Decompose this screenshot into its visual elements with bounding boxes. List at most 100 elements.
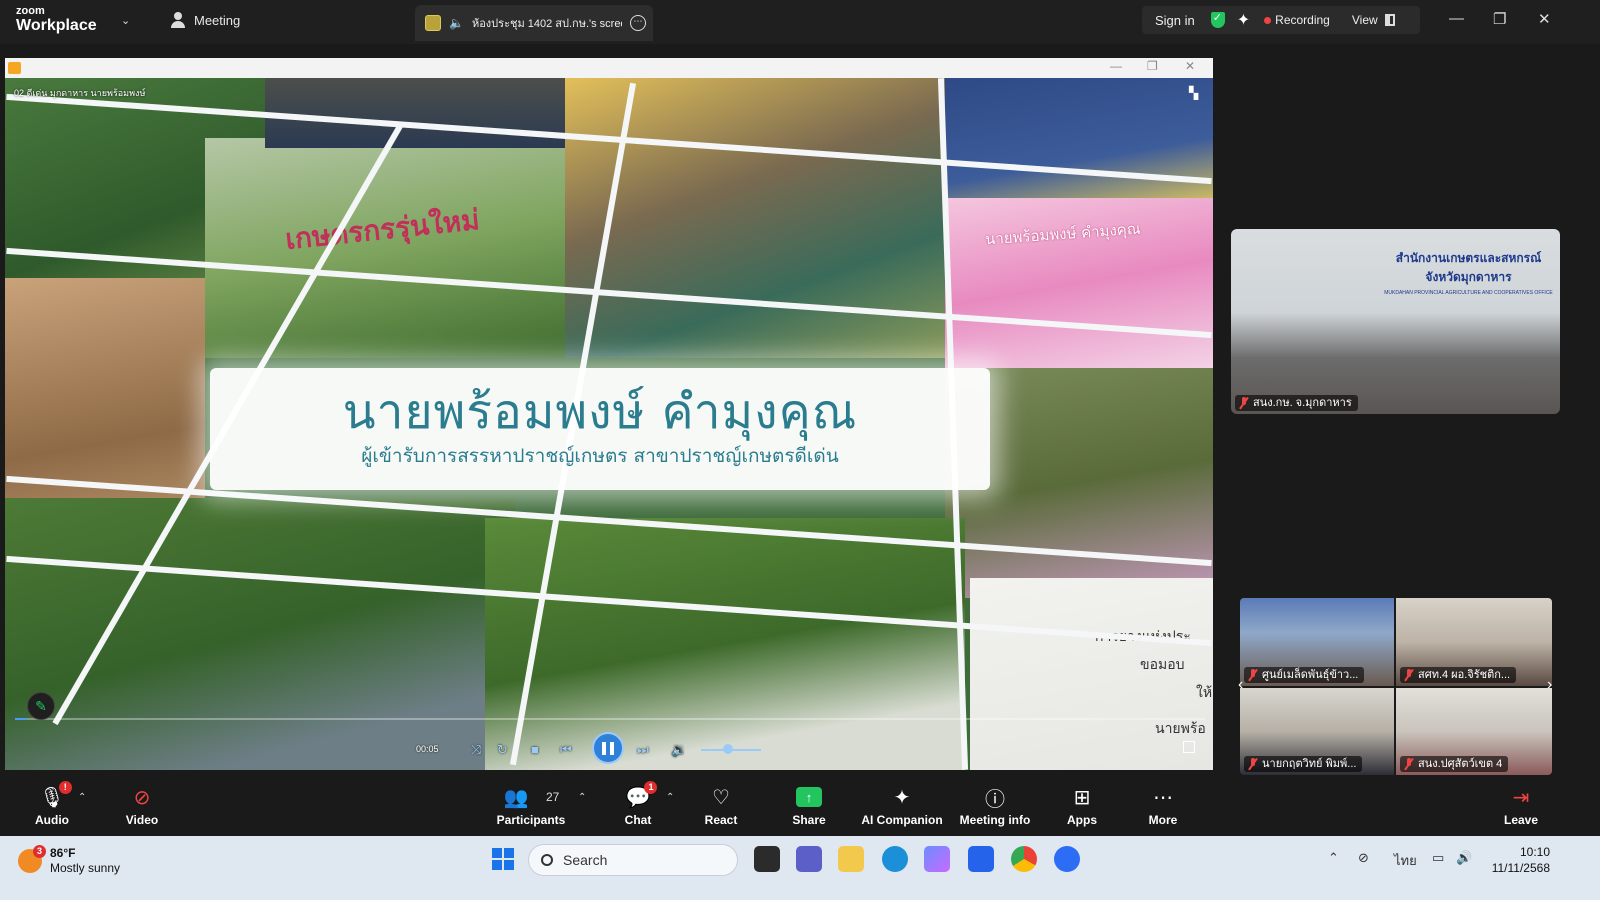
screen-share-tab[interactable]: 🔈 ห้องประชุม 1402 สป.กษ.'s screen ⋯ (415, 5, 653, 41)
chrome-icon[interactable] (1011, 846, 1037, 872)
store-icon[interactable] (968, 846, 994, 872)
volume-slider-knob[interactable] (723, 744, 733, 754)
banner-subtitle: ผู้เข้ารับการสรรหาปราชญ์เกษตร สาขาปราชญ์… (361, 445, 839, 467)
view-layout-icon[interactable] (1384, 14, 1395, 26)
shared-screen: — ❐ ✕ 02 ดีเด่น มุกดาหาร นายพร้อมพงษ์ ▚ … (5, 58, 1213, 770)
zoom-app: zoom Workplace ⌄ Meeting 🔈 ห้องประชุม 14… (0, 0, 1600, 900)
media-player-controls: 00:05 ⤨ ↻ ■ ⏮ ⏭ 🔉 (5, 718, 1213, 770)
logo-workplace-text: Workplace (16, 17, 97, 34)
top-right-controls: Sign in ✦ Recording View (1142, 6, 1420, 34)
display-icon[interactable]: ▭ (1432, 850, 1444, 866)
file-explorer-icon[interactable] (838, 846, 864, 872)
leave-button[interactable]: ⇥ Leave (1502, 776, 1540, 832)
audio-button[interactable]: 🎙! Audio (32, 776, 72, 832)
participant-video[interactable]: นายกฤตวิทย์ พิมพ์... (1240, 688, 1394, 775)
stop-icon[interactable]: ■ (531, 742, 539, 757)
meeting-toolbar: 🎙! Audio ⌃ ⊘ Video 👥 Participants 27 ⌃ 💬… (0, 776, 1600, 832)
photo-tile-group (565, 78, 945, 358)
more-button[interactable]: ⋯ More (1145, 776, 1181, 832)
speaker-volume-icon[interactable]: 🔊 (1456, 850, 1472, 866)
ai-sparkle-icon[interactable]: ✦ (1237, 10, 1250, 30)
share-button[interactable]: ↑ Share (790, 776, 828, 832)
pause-bar (602, 741, 606, 755)
office-sign-line3: MUKDAHAN PROVINCIAL AGRICULTURE AND COOP… (1384, 290, 1553, 296)
recording-indicator[interactable]: Recording (1275, 13, 1330, 27)
copilot-icon[interactable] (924, 846, 950, 872)
more-options-icon[interactable]: ⋯ (629, 15, 646, 31)
apps-icon: ⊞ (1073, 786, 1091, 809)
participant-video[interactable]: ศูนย์เมล็ดพันธุ์ข้าว... (1240, 598, 1394, 686)
teams-icon[interactable] (796, 846, 822, 872)
meeting-tab-label: Meeting (194, 12, 241, 28)
search-icon (541, 854, 553, 866)
show-hidden-icons-icon[interactable]: ⌃ (1328, 850, 1339, 866)
apps-button[interactable]: ⊞ Apps (1064, 776, 1100, 832)
weather-widget[interactable]: 3 86°F Mostly sunny (18, 845, 120, 876)
chat-options-caret-icon[interactable]: ⌃ (666, 792, 674, 803)
meeting-info-button[interactable]: ⓘ Meeting info (959, 776, 1031, 832)
fullscreen-icon[interactable] (1183, 741, 1195, 753)
participant-name: ศูนย์เมล็ดพันธุ์ข้าว... (1262, 669, 1359, 681)
participant-name-label: ศูนย์เมล็ดพันธุ์ข้าว... (1244, 667, 1365, 683)
shared-window-titlebar: — ❐ ✕ (5, 58, 1213, 78)
zoom-taskbar-icon[interactable] (1054, 846, 1080, 872)
sign-text: เกษตรกรรุ่นใหม่ (283, 202, 482, 257)
gallery-prev-arrow-icon[interactable]: ‹ (1238, 676, 1243, 694)
participants-button[interactable]: 👥 Participants (497, 776, 566, 832)
participant-name: สนง.กษ. จ.มุกดาหาร (1253, 397, 1352, 409)
shared-restore-icon: ❐ (1147, 59, 1158, 73)
participant-video[interactable]: สศท.4 ผอ.จิรัชติก... (1396, 598, 1552, 686)
ai-companion-sparkle-icon: ✦ (893, 786, 911, 809)
shuffle-icon[interactable]: ⤨ (471, 742, 481, 758)
meeting-tab[interactable]: Meeting (170, 12, 240, 28)
more-label: More (1148, 813, 1178, 827)
zoom-logo[interactable]: zoom Workplace (16, 6, 97, 34)
chat-button[interactable]: 💬 1 Chat (620, 776, 658, 832)
participants-count: 27 (546, 790, 560, 804)
participants-options-caret-icon[interactable]: ⌃ (578, 792, 586, 803)
task-view-icon[interactable] (754, 846, 780, 872)
cert-text-3: ให้ (1196, 685, 1213, 701)
view-button[interactable]: View (1352, 13, 1378, 27)
chevron-down-icon[interactable]: ⌄ (121, 14, 130, 27)
participant-name: สนง.ปศุสัตว์เขต 4 (1418, 758, 1503, 770)
taskbar-search-box[interactable]: Search (528, 844, 738, 876)
pause-button[interactable] (592, 732, 624, 764)
meeting-info-label: Meeting info (959, 813, 1031, 827)
participant-video[interactable]: สนง.ปศุสัตว์เขต 4 (1396, 688, 1552, 775)
annotate-pen-icon[interactable]: ✎ (27, 692, 55, 720)
previous-icon[interactable]: ⏮ (560, 742, 572, 758)
photo-tile-banner-blue (945, 78, 1213, 208)
edge-browser-icon[interactable] (882, 846, 908, 872)
office-sign-line1: สำนักงานเกษตรและสหกรณ์ (1395, 251, 1542, 265)
volume-icon[interactable]: 🔉 (671, 742, 687, 758)
sign-in-button[interactable]: Sign in (1155, 13, 1195, 28)
react-button[interactable]: ♡ React (703, 776, 739, 832)
participant-video-main[interactable]: สำนักงานเกษตรและสหกรณ์ จังหวัดมุกดาหาร M… (1231, 229, 1560, 414)
encryption-shield-icon[interactable] (1210, 11, 1225, 28)
minimize-icon[interactable]: — (1449, 10, 1464, 27)
leave-door-icon: ⇥ (1512, 786, 1530, 809)
windows-start-icon[interactable] (492, 848, 514, 870)
leave-label: Leave (1503, 813, 1539, 827)
logo-zoom-text: zoom (16, 5, 45, 17)
taskbar-clock[interactable]: 10:10 11/11/2568 (1488, 844, 1550, 876)
repeat-icon[interactable]: ↻ (497, 742, 508, 758)
gallery-next-arrow-icon[interactable]: › (1547, 676, 1552, 694)
banner-name: นายพร้อมพงษ์ คำมุงคุณ (342, 384, 858, 440)
input-language[interactable]: ไทย (1394, 850, 1417, 871)
next-icon[interactable]: ⏭ (637, 742, 649, 758)
audio-options-caret-icon[interactable]: ⌃ (78, 792, 86, 803)
screen-share-title: ห้องประชุม 1402 สป.กษ.'s screen (471, 18, 622, 30)
react-label: React (704, 813, 738, 827)
close-icon[interactable]: ✕ (1538, 10, 1551, 28)
office-sign: สำนักงานเกษตรและสหกรณ์ จังหวัดมุกดาหาร M… (1381, 249, 1556, 319)
playback-progress-bar[interactable] (15, 718, 1205, 720)
participants-icon: 👥 (503, 786, 529, 809)
video-button[interactable]: ⊘ Video (122, 776, 162, 832)
windows-taskbar: 3 86°F Mostly sunny Search ⌃ ⊘ ไทย ▭ 🔊 1… (0, 836, 1600, 900)
restore-icon[interactable]: ❐ (1493, 10, 1506, 28)
ai-companion-label: AI Companion (861, 813, 943, 827)
network-off-icon[interactable]: ⊘ (1358, 850, 1369, 866)
ai-companion-button[interactable]: ✦ AI Companion (861, 776, 943, 832)
